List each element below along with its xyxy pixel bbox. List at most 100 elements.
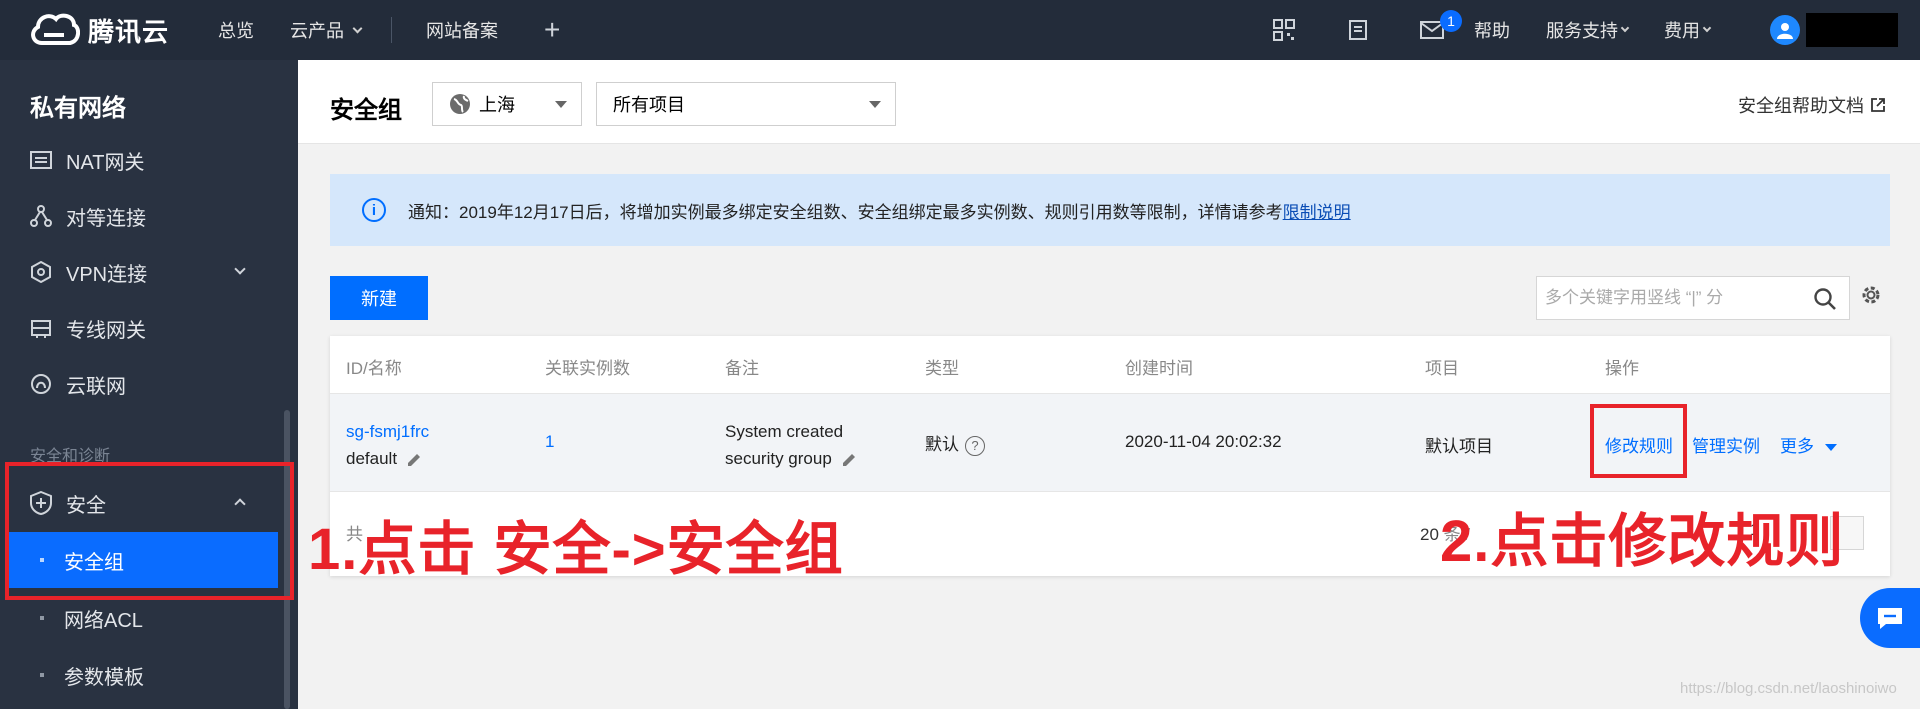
sidebar-title: 私有网络 [30, 95, 126, 122]
sidebar-item-ccn[interactable]: 云联网 [0, 357, 280, 411]
chevron-down-icon [234, 263, 246, 275]
help-link[interactable]: 帮助 [1474, 17, 1510, 43]
nav-divider [391, 17, 392, 43]
sg-name-text: default [346, 449, 398, 468]
project-value: 所有项目 [613, 95, 685, 115]
watermark: https://blog.csdn.net/laoshinoiwo [1680, 680, 1897, 697]
service-menu-label: 服务支持 [1546, 21, 1618, 41]
note-line-2-wrap: security group [725, 445, 857, 472]
peering-icon [28, 203, 54, 229]
main-nav: 总览 云产品 网站备案 + [218, 0, 560, 60]
region-value: 上海 [479, 95, 515, 115]
gear-icon[interactable] [1860, 284, 1882, 311]
sidebar-item-label: 网络ACL [64, 609, 143, 632]
new-button[interactable]: 新建 [330, 276, 428, 320]
chevron-down-icon [1702, 23, 1712, 33]
nat-gateway-icon [28, 147, 54, 173]
page-header: 安全组 上海 所有项目 安全组帮助文档 [298, 60, 1920, 144]
col-type: 类型 [925, 359, 959, 378]
help-doc-label: 安全组帮助文档 [1738, 96, 1864, 116]
user-avatar-icon[interactable] [1770, 15, 1800, 45]
annotation-box-security [5, 462, 294, 600]
region-select[interactable]: 上海 [432, 82, 582, 126]
fee-menu[interactable]: 费用 [1664, 17, 1712, 43]
plus-icon[interactable]: + [544, 14, 560, 46]
dropdown-arrow-icon [869, 101, 881, 108]
mail-badge: 1 [1440, 10, 1462, 32]
sg-name: default [346, 445, 429, 472]
dropdown-arrow-icon [555, 101, 567, 108]
nav-overview[interactable]: 总览 [218, 17, 254, 43]
logo[interactable]: 腾讯云 [28, 9, 169, 51]
notice-text: 通知：2019年12月17日后，将增加实例最多绑定安全组数、安全组绑定最多实例数… [408, 198, 1351, 223]
bullet [40, 616, 44, 620]
chevron-down-icon [352, 23, 363, 33]
info-icon: i [362, 198, 386, 222]
notice-link[interactable]: 限制说明 [1283, 203, 1351, 222]
sidebar-item-label: 参数模板 [64, 666, 144, 689]
manage-instances-link[interactable]: 管理实例 [1692, 432, 1760, 457]
col-created: 创建时间 [1125, 359, 1193, 378]
project-select[interactable]: 所有项目 [596, 82, 896, 126]
nav-icp[interactable]: 网站备案 [426, 17, 498, 43]
help-doc-link[interactable]: 安全组帮助文档 [1738, 92, 1886, 118]
logo-text: 腾讯云 [88, 16, 170, 47]
fee-menu-label: 费用 [1664, 21, 1700, 41]
caret-down-icon [1824, 444, 1837, 452]
sidebar-item-label: VPN连接 [66, 263, 148, 286]
type-cell: 默认? [925, 430, 985, 456]
annotation-step-1: 1.点击 安全->安全组 [308, 517, 844, 582]
service-menu[interactable]: 服务支持 [1546, 17, 1630, 43]
sidebar-item-label: 云联网 [66, 375, 126, 398]
sidebar-item-vpn[interactable]: VPN连接 [0, 245, 280, 299]
mail-icon[interactable]: 1 [1420, 10, 1462, 42]
nav-products-label: 云产品 [290, 21, 344, 41]
cloud-logo-icon [31, 13, 80, 45]
note-line-1: System created [725, 422, 844, 441]
qrcode-icon[interactable] [1272, 18, 1296, 42]
col-ops: 操作 [1605, 359, 1639, 378]
pencil-icon[interactable] [841, 452, 857, 468]
nav-products[interactable]: 云产品 [290, 17, 363, 43]
search-icon[interactable] [1813, 287, 1837, 316]
sg-id-link[interactable]: sg-fsmj1frc [346, 418, 429, 445]
help-question-icon[interactable]: ? [965, 435, 985, 456]
pencil-icon[interactable] [406, 452, 422, 468]
type-value: 默认 [925, 435, 959, 454]
note-line-2: security group [725, 449, 832, 468]
sidebar-item-peering[interactable]: 对等连接 [0, 189, 280, 243]
sidebar-item-label: 专线网关 [66, 319, 146, 342]
username-redacted[interactable] [1806, 13, 1898, 47]
annotation-step-2: 2.点击修改规则 [1440, 509, 1845, 574]
page-title: 安全组 [330, 97, 402, 124]
project-value: 默认项目 [1425, 437, 1493, 456]
more-label: 更多 [1780, 437, 1814, 456]
bullet [40, 673, 44, 677]
globe-icon [449, 93, 471, 115]
sidebar-item-param-template[interactable]: 参数模板 [0, 647, 280, 703]
sidebar-item-nat[interactable]: NAT网关 [0, 133, 280, 187]
top-right-tools: 1 帮助 服务支持 费用 [1272, 0, 1920, 60]
search-box [1536, 276, 1850, 320]
chat-button[interactable] [1860, 588, 1920, 648]
notice-banner: i 通知：2019年12月17日后，将增加实例最多绑定安全组数、安全组绑定最多实… [330, 174, 1890, 246]
sidebar-item-label: NAT网关 [66, 151, 145, 174]
sidebar-item-dc-gateway[interactable]: 专线网关 [0, 301, 280, 355]
vpn-icon [28, 259, 54, 285]
col-id-name: ID/名称 [346, 359, 402, 378]
notice-message: 通知：2019年12月17日后，将增加实例最多绑定安全组数、安全组绑定最多实例数… [408, 202, 1283, 222]
sidebar-item-label: 对等连接 [66, 207, 146, 230]
dc-gateway-icon [28, 315, 54, 341]
col-project: 项目 [1425, 359, 1459, 378]
document-icon[interactable] [1346, 18, 1370, 42]
instance-count-link[interactable]: 1 [545, 432, 554, 452]
page-size-value: 20 [1420, 525, 1439, 544]
annotation-box-edit-rules [1590, 404, 1687, 478]
search-input[interactable] [1537, 277, 1797, 319]
top-nav-bar: 腾讯云 总览 云产品 网站备案 + 1 帮助 服务支持 费用 [0, 0, 1920, 60]
chat-icon [1878, 608, 1902, 629]
chevron-down-icon [1620, 23, 1630, 33]
more-menu[interactable]: 更多 [1780, 432, 1837, 457]
col-instances: 关联实例数 [545, 359, 630, 378]
table-header: ID/名称 关联实例数 备注 类型 创建时间 项目 操作 [330, 336, 1890, 394]
